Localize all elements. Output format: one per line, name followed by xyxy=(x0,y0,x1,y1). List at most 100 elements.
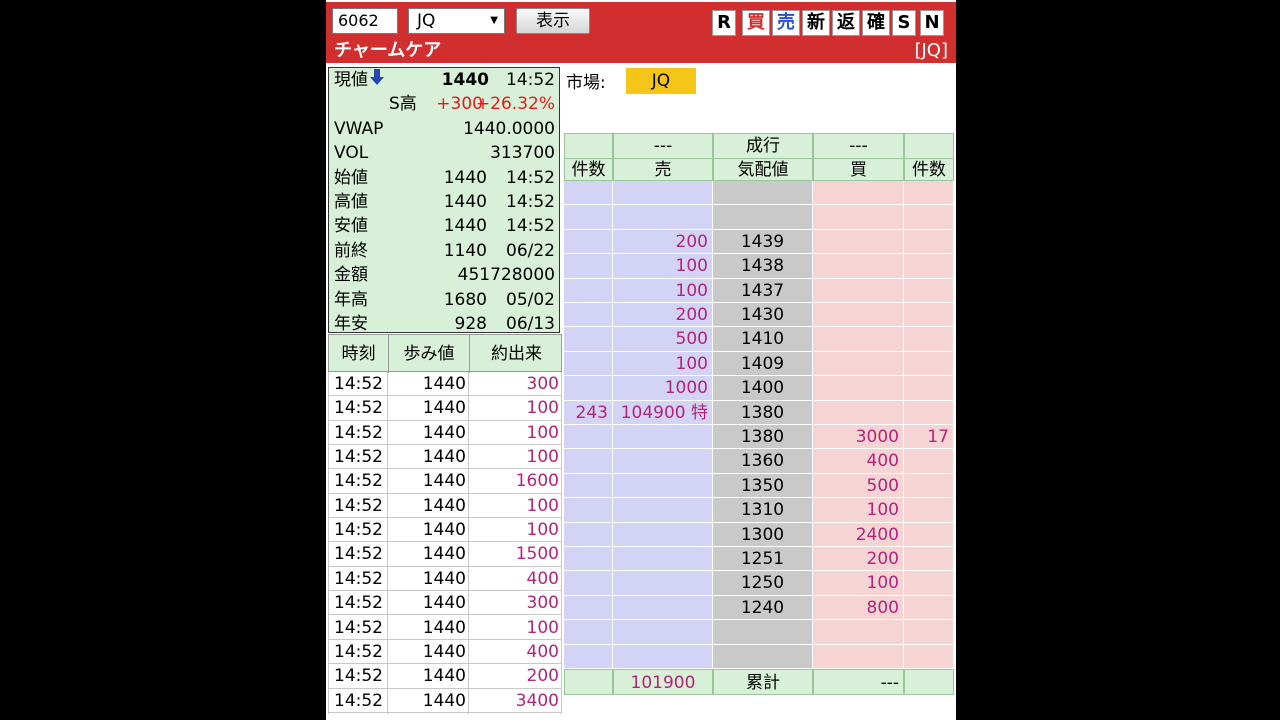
book-row[interactable]: 100 1438 xyxy=(564,254,954,279)
s-button[interactable]: S xyxy=(892,10,916,36)
bid-volume xyxy=(813,400,904,425)
tick-row[interactable]: 14:52 1440 100 xyxy=(328,518,562,543)
tick-row[interactable]: 14:52 1440 100 xyxy=(328,445,562,470)
book-row[interactable]: 1350 500 xyxy=(564,473,954,499)
book-row[interactable]: 1300 2400 xyxy=(564,522,954,547)
tick-row[interactable]: 14:52 1440 100 xyxy=(328,616,562,640)
tick-volume: 100 xyxy=(526,617,559,638)
bid-volume xyxy=(813,205,904,230)
repay-button[interactable]: 返 xyxy=(832,10,860,36)
quote-price: 1300 xyxy=(713,522,813,547)
bid-volume xyxy=(813,254,904,279)
book-row[interactable]: 200 1439 xyxy=(564,229,954,255)
quote-price: 1410 xyxy=(713,327,813,352)
ask-count xyxy=(564,473,613,499)
stock-code-input[interactable]: 6062 xyxy=(332,8,398,34)
book-header-price: 成行 気配値 xyxy=(713,133,813,181)
arrow-down-icon xyxy=(370,68,384,92)
tick-volume: 100 xyxy=(526,520,559,541)
confirm-button[interactable]: 確 xyxy=(862,10,890,36)
book-row[interactable]: 100 1437 xyxy=(564,278,954,303)
bid-volume xyxy=(813,620,904,645)
quote-price: 1250 xyxy=(713,571,813,596)
tick-header-volume: 約出来 xyxy=(491,344,542,364)
ask-volume xyxy=(613,473,713,499)
book-row[interactable] xyxy=(564,620,954,645)
ask-count xyxy=(564,498,613,523)
bid-count xyxy=(904,351,954,377)
tick-header-price: 歩み値 xyxy=(389,335,470,373)
tick-row[interactable]: 14:52 1440 100 xyxy=(328,494,562,519)
tick-time: 14:52 xyxy=(334,544,383,565)
tick-row[interactable]: 14:52 1440 1600 xyxy=(328,469,562,494)
book-row[interactable]: 243 104900 特 1380 xyxy=(564,400,954,425)
ask-count xyxy=(564,522,613,547)
book-row[interactable]: 200 1430 xyxy=(564,303,954,328)
ask-count xyxy=(564,620,613,645)
tick-row[interactable]: 14:52 1440 100 xyxy=(328,421,562,446)
ask-volume: 104900 特 xyxy=(613,400,713,425)
book-row[interactable]: 500 1410 xyxy=(564,327,954,352)
quote-panel: 現値 1440 14:52 S高 +300 +26.32% VWAP 1440.… xyxy=(328,67,560,334)
book-header-ask-count: 件数 xyxy=(564,133,613,181)
market-value-badge: JQ xyxy=(626,68,696,94)
ask-volume: 200 xyxy=(613,303,713,328)
bid-count xyxy=(904,571,954,596)
book-row[interactable]: 1251 200 xyxy=(564,547,954,572)
tick-row[interactable]: 14:52 1440 400 xyxy=(328,567,562,592)
book-row[interactable] xyxy=(564,181,954,206)
book-row[interactable]: 1380 3000 17 xyxy=(564,425,954,450)
tick-row[interactable]: 14:52 1440 200 xyxy=(328,664,562,689)
market-label: 市場: xyxy=(566,73,606,93)
book-row[interactable] xyxy=(564,644,954,669)
bid-count xyxy=(904,620,954,645)
bid-volume: 400 xyxy=(813,449,904,474)
book-row[interactable]: 1000 1400 xyxy=(564,376,954,401)
bid-volume xyxy=(813,376,904,401)
bid-volume: 100 xyxy=(813,498,904,523)
quote-price: 1438 xyxy=(713,254,813,279)
bid-volume: 2400 xyxy=(813,522,904,547)
ask-count xyxy=(564,449,613,474)
tick-row[interactable]: 14:52 1440 300 xyxy=(328,372,562,397)
book-row[interactable]: 1240 800 xyxy=(564,595,954,621)
tick-time: 14:52 xyxy=(334,374,383,394)
book-row[interactable]: 1360 400 xyxy=(564,449,954,474)
tick-row[interactable]: 14:52 1440 300 xyxy=(328,591,562,616)
tick-row[interactable]: 14:52 1440 100 xyxy=(328,396,562,421)
bid-volume: 800 xyxy=(813,595,904,621)
ask-count xyxy=(564,303,613,328)
tick-row[interactable]: 14:52 1440 400 xyxy=(328,640,562,665)
book-row[interactable]: 100 1409 xyxy=(564,351,954,377)
show-button[interactable]: 表示 xyxy=(516,8,590,34)
tick-price: 1440 xyxy=(422,617,466,638)
tick-row[interactable]: 14:52 1440 1500 xyxy=(328,542,562,567)
tick-volume: 300 xyxy=(526,374,559,394)
book-row[interactable]: 1310 100 xyxy=(564,498,954,523)
book-row[interactable] xyxy=(564,205,954,230)
book-row[interactable]: 1250 100 xyxy=(564,571,954,596)
buy-button[interactable]: 買 xyxy=(742,10,770,36)
bid-count xyxy=(904,254,954,279)
total-bid: --- xyxy=(813,669,904,695)
tick-row[interactable]: 14:52 1440 3400 xyxy=(328,689,562,713)
quote-price: 1437 xyxy=(713,278,813,303)
n-button[interactable]: N xyxy=(920,10,944,36)
sell-button[interactable]: 売 xyxy=(772,10,800,36)
price-value: 1440 xyxy=(441,70,489,90)
ask-volume: 500 xyxy=(613,327,713,352)
bid-volume xyxy=(813,327,904,352)
ask-volume xyxy=(613,571,713,596)
bid-volume xyxy=(813,351,904,377)
bid-count xyxy=(904,327,954,352)
total-label: 累計 xyxy=(713,669,813,695)
quote-price xyxy=(713,620,813,645)
quote-price: 1409 xyxy=(713,351,813,377)
market-select[interactable]: JQ ▼ xyxy=(408,8,505,34)
refresh-r-button[interactable]: R xyxy=(712,10,736,36)
new-order-button[interactable]: 新 xyxy=(802,10,830,36)
tick-price: 1440 xyxy=(422,374,466,394)
tick-header-time: 時刻 xyxy=(329,335,389,373)
bid-volume xyxy=(813,303,904,328)
tick-price: 1440 xyxy=(422,495,466,516)
